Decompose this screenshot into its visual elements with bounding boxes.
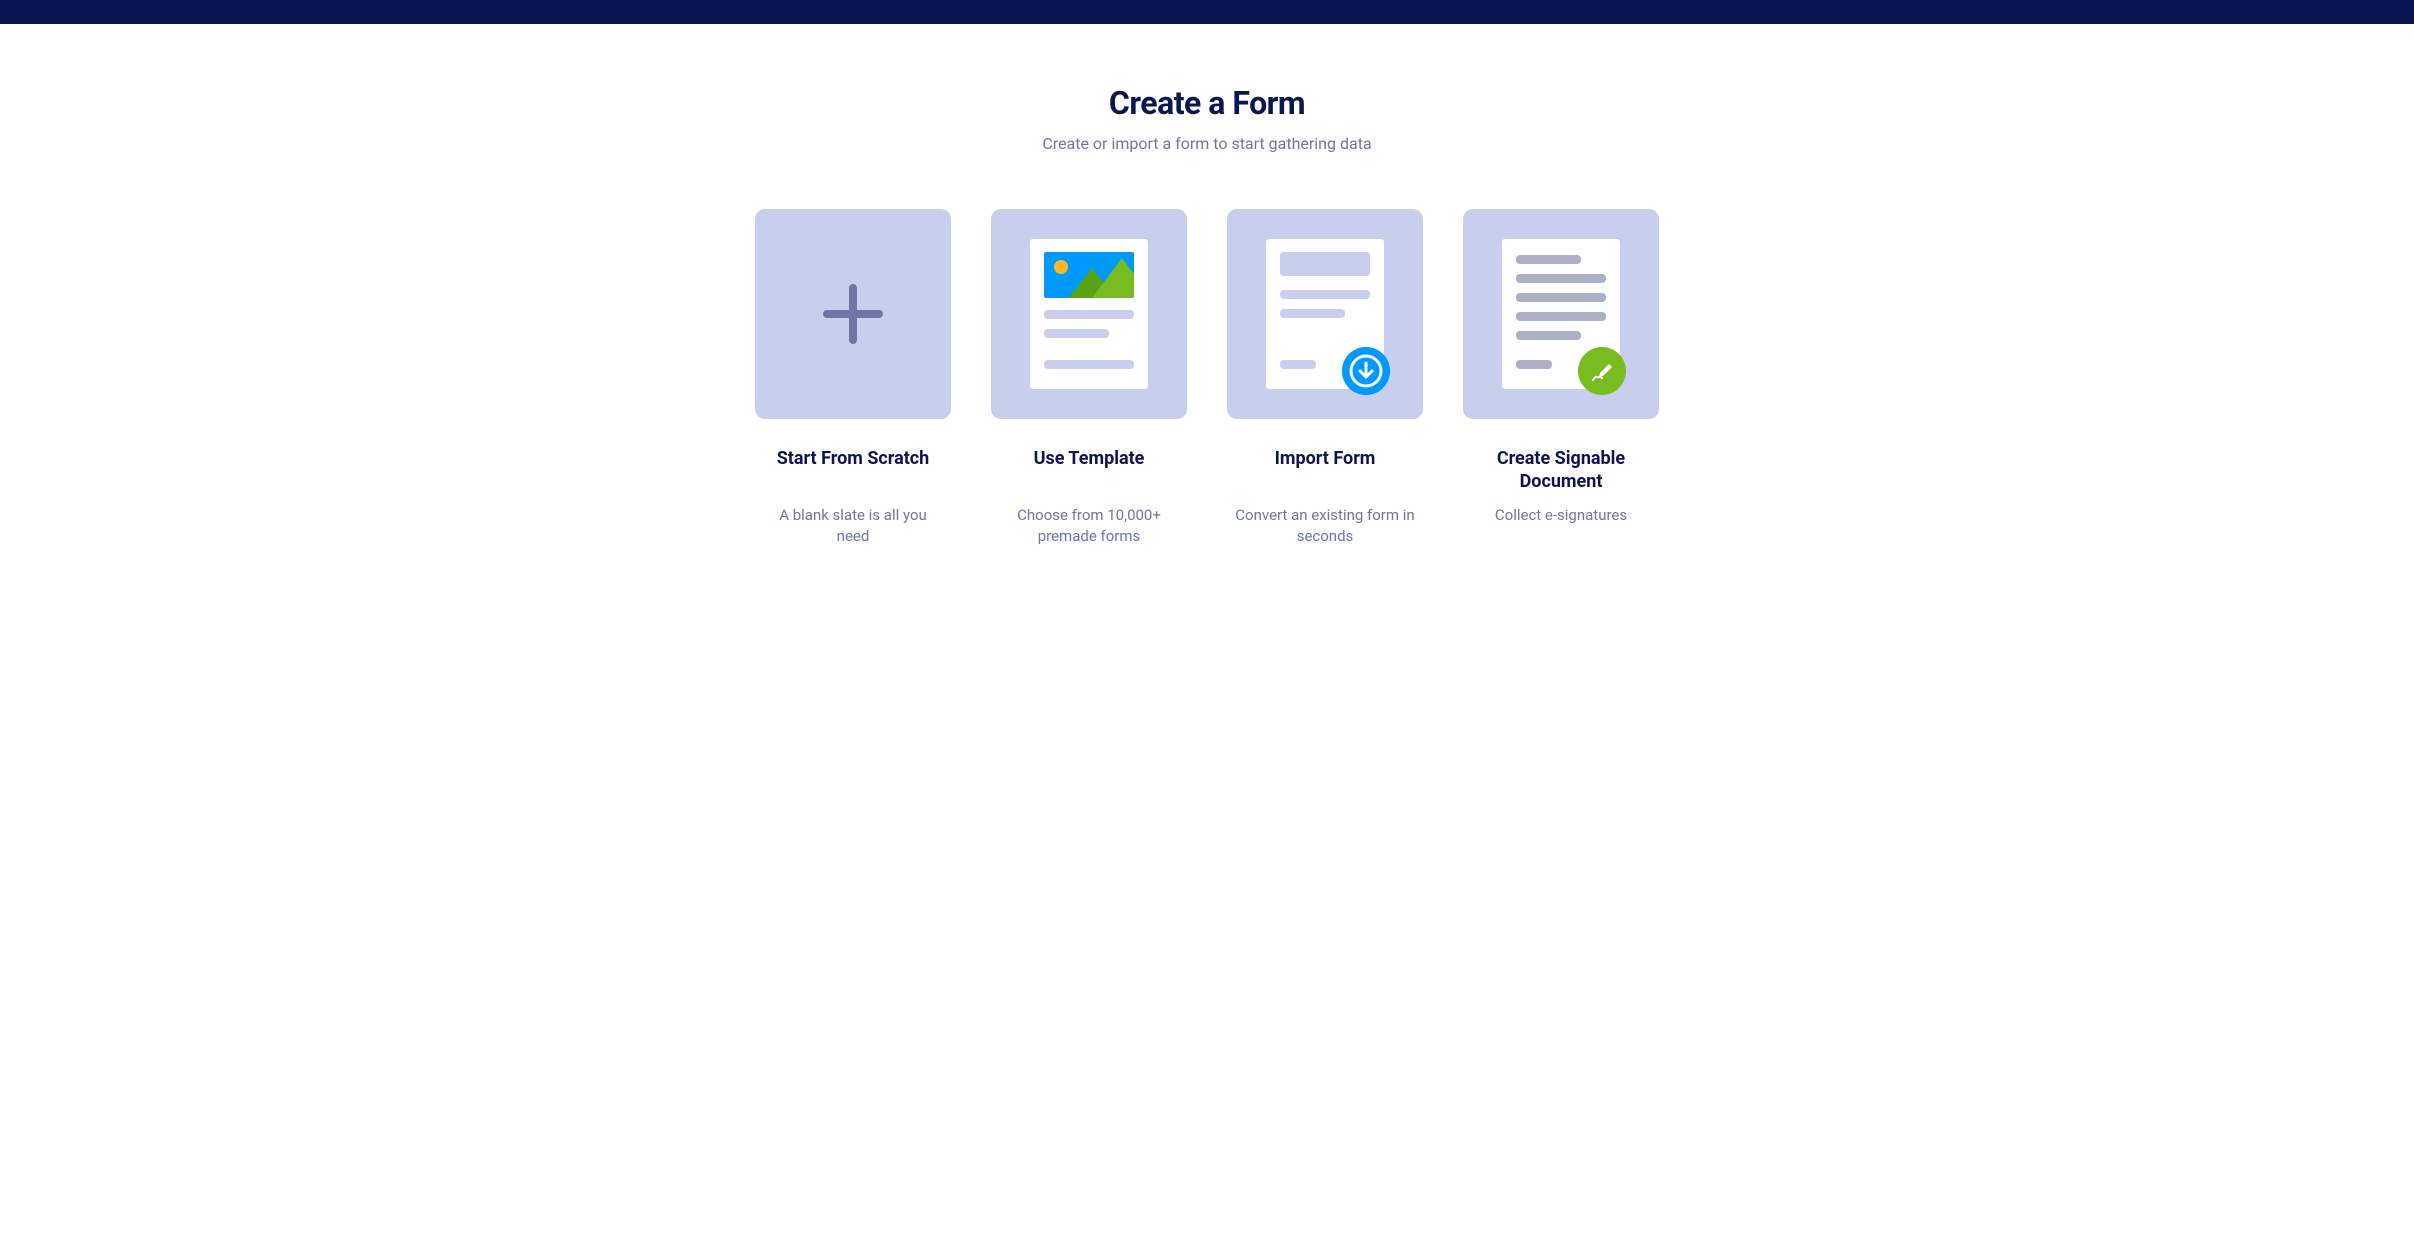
option-tile-sign — [1463, 209, 1659, 419]
create-form-page: Create a Form Create or import a form to… — [707, 24, 1707, 587]
page-subtitle: Create or import a form to start gatheri… — [727, 134, 1687, 153]
option-desc: Collect e-signatures — [1495, 505, 1627, 526]
template-document-icon — [1030, 239, 1148, 389]
page-title: Create a Form — [727, 84, 1687, 122]
option-title: Start From Scratch — [777, 447, 930, 495]
import-document-icon — [1266, 239, 1384, 389]
pen-signature-icon — [1578, 347, 1626, 395]
option-title: Create Signable Document — [1463, 447, 1659, 495]
option-tile-scratch — [755, 209, 951, 419]
download-arrow-icon — [1342, 347, 1390, 395]
option-tile-import — [1227, 209, 1423, 419]
top-bar — [0, 0, 2414, 24]
option-desc: Choose from 10,000+ premade forms — [999, 505, 1179, 547]
option-desc: A blank slate is all you need — [763, 505, 943, 547]
options-row: Start From Scratch A blank slate is all … — [727, 209, 1687, 547]
option-tile-template — [991, 209, 1187, 419]
sign-document-icon — [1502, 239, 1620, 389]
option-start-from-scratch[interactable]: Start From Scratch A blank slate is all … — [755, 209, 951, 547]
option-title: Use Template — [1034, 447, 1145, 495]
option-import-form[interactable]: Import Form Convert an existing form in … — [1227, 209, 1423, 547]
plus-icon — [823, 284, 883, 344]
option-use-template[interactable]: Use Template Choose from 10,000+ premade… — [991, 209, 1187, 547]
option-title: Import Form — [1275, 447, 1376, 495]
option-desc: Convert an existing form in seconds — [1235, 505, 1415, 547]
option-create-signable-document[interactable]: Create Signable Document Collect e-signa… — [1463, 209, 1659, 547]
